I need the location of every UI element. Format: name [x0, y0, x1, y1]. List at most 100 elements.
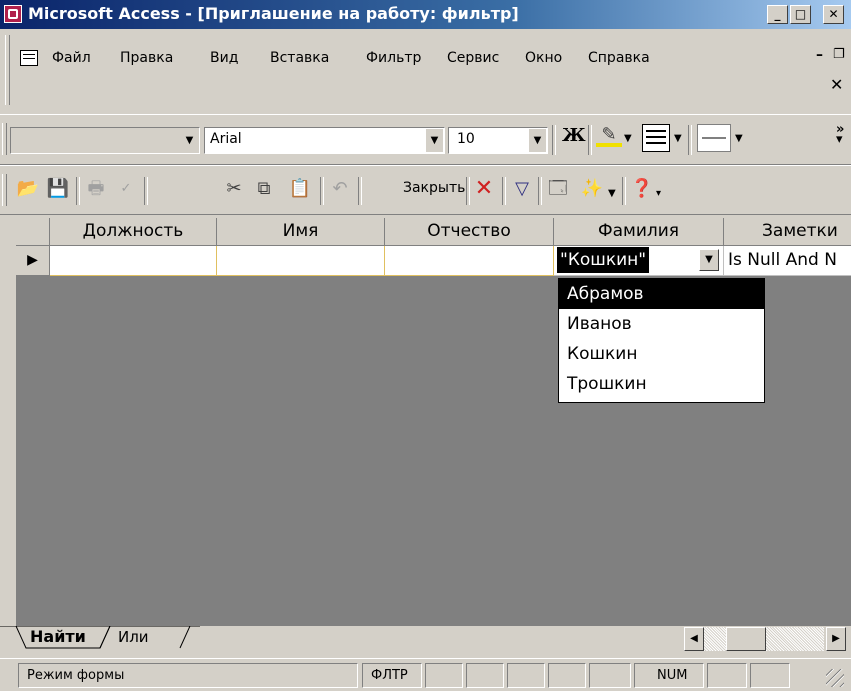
close-filter-button[interactable]: Закрыть: [403, 180, 465, 196]
menu-edit[interactable]: Правка: [120, 50, 173, 66]
access-app-icon[interactable]: [4, 5, 22, 23]
status-mode: Режим формы: [18, 663, 358, 688]
help-icon[interactable]: ❓: [630, 177, 654, 201]
status-panel-empty: [548, 663, 586, 688]
bold-button[interactable]: Ж: [562, 125, 586, 146]
print-icon: 🖶: [87, 178, 105, 199]
status-bar: Режим формы ФЛТР NUM: [0, 658, 851, 691]
menu-window[interactable]: Окно: [525, 50, 562, 66]
mdi-minimize-button[interactable]: –: [816, 47, 823, 63]
object-combo[interactable]: ▼: [10, 127, 200, 154]
resize-grip-icon[interactable]: [826, 669, 844, 687]
column-header-position[interactable]: Должность: [50, 218, 217, 246]
menu-insert[interactable]: Вставка: [270, 50, 329, 66]
cut-icon[interactable]: ✂: [222, 177, 246, 201]
criteria-cell-patronymic[interactable]: [385, 246, 554, 276]
last-name-criteria-value[interactable]: "Кошкин": [557, 247, 650, 273]
new-object-dropdown-icon[interactable]: ▼: [608, 188, 616, 199]
font-size-arrow[interactable]: ▼: [529, 129, 546, 152]
toolbar-separator: [688, 125, 692, 155]
column-header-notes[interactable]: Заметки: [724, 218, 851, 246]
toolbar-separator: [144, 177, 148, 205]
column-header-first-name[interactable]: Имя: [217, 218, 385, 246]
font-name-arrow[interactable]: ▼: [426, 129, 443, 152]
form-window-icon[interactable]: [20, 50, 38, 66]
dropdown-option[interactable]: Иванов: [559, 309, 764, 339]
toolbar-separator: [588, 125, 592, 155]
criteria-cell-position[interactable]: [50, 246, 217, 276]
toolbar-options-icon[interactable]: ▾: [656, 188, 661, 199]
column-header-patronymic[interactable]: Отчество: [385, 218, 554, 246]
mdi-close-button[interactable]: ✕: [830, 75, 843, 94]
mdi-restore-button[interactable]: ❐: [833, 47, 845, 62]
save-icon[interactable]: 💾: [46, 177, 70, 201]
toolbar-separator: [622, 177, 626, 205]
criteria-cell-notes[interactable]: Is Null And N: [724, 246, 851, 276]
status-panel-empty: [425, 663, 463, 688]
row-selector[interactable]: ▶: [16, 246, 50, 276]
toolbar-separator: [552, 125, 556, 155]
menu-filter[interactable]: Фильтр: [366, 50, 421, 66]
maximize-button[interactable]: □: [790, 5, 811, 24]
menu-tools[interactable]: Сервис: [447, 50, 499, 66]
fill-color-icon[interactable]: ✎: [596, 124, 622, 152]
database-window-icon[interactable]: 🗔: [546, 177, 570, 201]
minimize-button[interactable]: _: [767, 5, 788, 24]
menu-file[interactable]: Файл: [52, 50, 91, 66]
menu-bar: Файл Правка Вид Вставка Фильтр Сервис Ок…: [0, 33, 851, 111]
gridlines-icon[interactable]: [642, 124, 670, 152]
status-panel-empty: [707, 663, 747, 688]
new-object-icon[interactable]: ✨: [580, 177, 604, 201]
font-name-value: Arial: [210, 131, 242, 147]
open-folder-icon[interactable]: 📂: [16, 177, 40, 201]
criteria-cell-first-name[interactable]: [217, 246, 385, 276]
last-name-dropdown-arrow[interactable]: ▼: [699, 249, 719, 271]
tab-or[interactable]: Или: [118, 628, 149, 646]
select-all-corner[interactable]: [16, 218, 50, 246]
object-combo-arrow[interactable]: ▼: [181, 129, 198, 152]
title-bar[interactable]: Microsoft Access - [Приглашение на работ…: [0, 0, 851, 29]
spelling-icon: ✓: [120, 181, 132, 196]
dropdown-option[interactable]: Кошкин: [559, 339, 764, 369]
last-name-dropdown-list: Абрамов Иванов Кошкин Трошкин: [558, 278, 765, 403]
special-effect-dropdown-icon[interactable]: ▼: [735, 133, 743, 144]
apply-filter-icon[interactable]: ▽: [510, 177, 534, 201]
gridlines-dropdown-icon[interactable]: ▼: [674, 133, 682, 144]
scroll-left-button[interactable]: ◀: [684, 627, 704, 651]
toolbar-separator: [76, 177, 80, 205]
undo-icon: ↶: [332, 178, 348, 199]
font-size-combo[interactable]: 10 ▼: [448, 127, 548, 154]
font-size-value: 10: [457, 131, 475, 147]
fill-color-dropdown-icon[interactable]: ▼: [624, 133, 632, 144]
menubar-grip[interactable]: [5, 35, 10, 105]
dropdown-option[interactable]: Абрамов: [559, 279, 764, 309]
window-title: Microsoft Access - [Приглашение на работ…: [28, 4, 519, 23]
column-header-last-name[interactable]: Фамилия: [554, 218, 724, 246]
tab-find[interactable]: Найти: [30, 627, 86, 646]
paste-icon[interactable]: 📋: [288, 177, 312, 201]
criteria-cell-last-name[interactable]: "Кошкин" ▼: [554, 246, 724, 276]
dropdown-option[interactable]: Трошкин: [559, 369, 764, 399]
clear-grid-icon[interactable]: ✕: [472, 177, 496, 201]
font-name-combo[interactable]: Arial ▼: [204, 127, 445, 154]
scroll-right-button[interactable]: ▶: [826, 627, 846, 651]
status-filter-indicator: ФЛТР: [362, 663, 422, 688]
close-button[interactable]: ✕: [823, 5, 844, 24]
status-panel-empty: [589, 663, 631, 688]
toolbar-separator: [358, 177, 362, 205]
status-panel-empty: [466, 663, 504, 688]
special-effect-icon[interactable]: [697, 124, 731, 152]
toolbar-separator: [466, 177, 470, 205]
formatting-toolbar: ▼ Arial ▼ 10 ▼ Ж ✎ ▼ ▼ ▼ » ▾: [0, 114, 851, 165]
toolbar-grip[interactable]: [2, 123, 7, 155]
toolbar-grip[interactable]: [2, 174, 7, 206]
toolbar-overflow-icon[interactable]: » ▾: [836, 123, 844, 146]
status-panel-empty: [750, 663, 790, 688]
menu-help[interactable]: Справка: [588, 50, 650, 66]
copy-icon[interactable]: ⧉: [252, 177, 276, 201]
filter-toolbar: 📂 💾 🖶 ✓ ✂ ⧉ 📋 ↶ Закрыть ✕ ▽ 🗔 ✨ ▼ ❓ ▾: [0, 165, 851, 215]
horizontal-scroll-thumb[interactable]: [726, 627, 766, 651]
status-numlock: NUM: [634, 663, 704, 688]
menu-view[interactable]: Вид: [210, 50, 238, 66]
status-panel-empty: [507, 663, 545, 688]
